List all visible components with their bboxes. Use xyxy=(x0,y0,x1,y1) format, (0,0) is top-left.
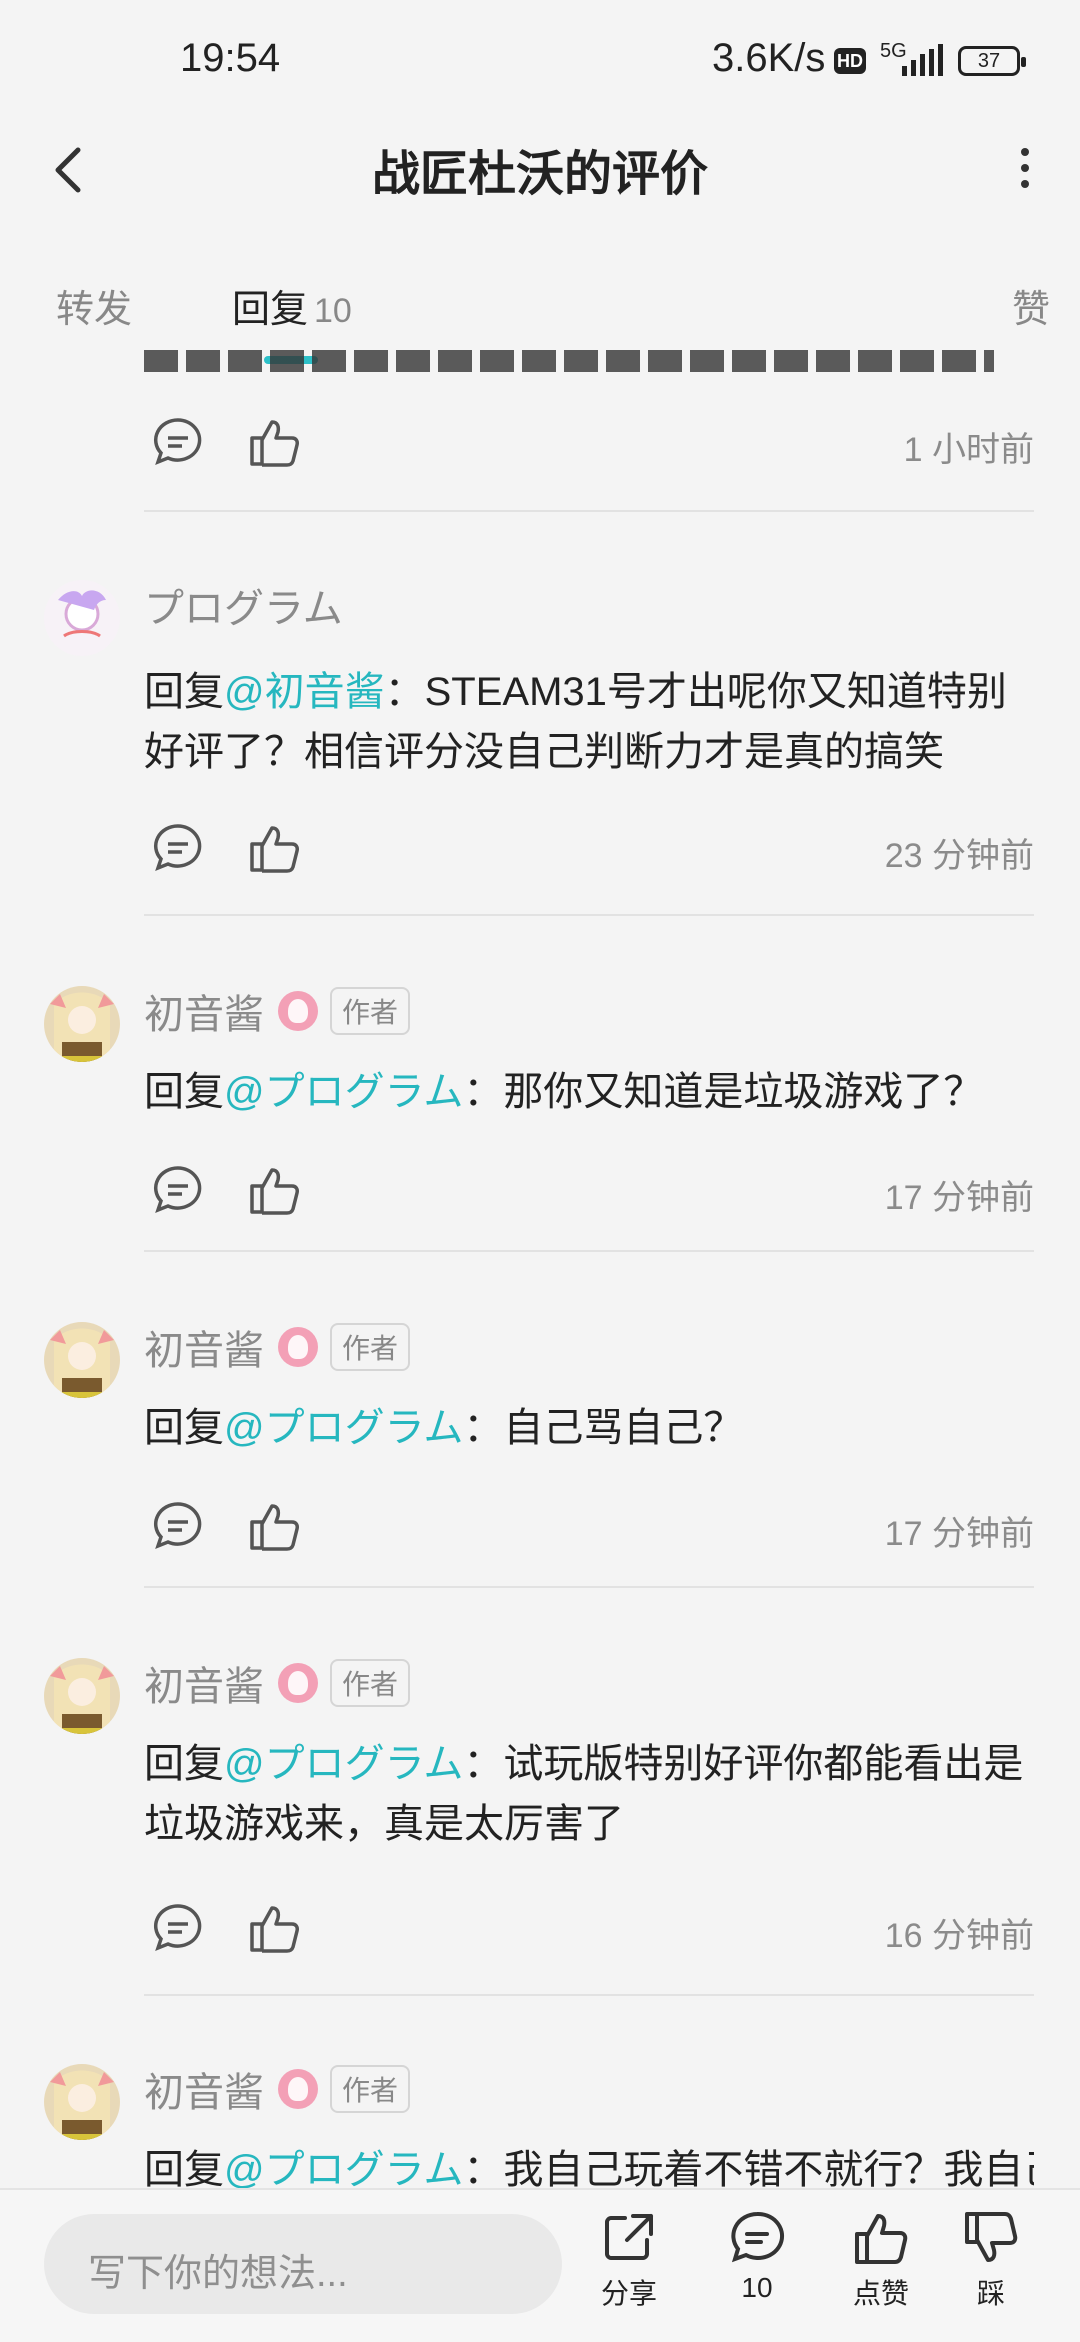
page-title: 战匠杜沃的评价 xyxy=(371,148,708,201)
comment-text: 回复@初音酱：STEAM31号才出呢你又知道特别好评了？相信评分没自己判断力才是… xyxy=(144,662,1034,782)
more-options-icon[interactable] xyxy=(1000,138,1050,198)
username[interactable]: 初音酱 xyxy=(144,1665,264,1709)
divider xyxy=(144,510,1034,512)
signal-bars-icon xyxy=(902,44,943,76)
tab-reply[interactable]: 回复 10 xyxy=(232,278,352,333)
comment-header: 初音酱 作者 xyxy=(144,1654,411,1709)
level-badge-icon xyxy=(278,1327,318,1367)
comment-actions: 23 分钟前 xyxy=(144,820,1034,880)
thumbs-up-icon[interactable] xyxy=(246,1162,302,1218)
thumbs-up-icon[interactable] xyxy=(246,1900,302,1956)
like-button[interactable]: 点赞 xyxy=(836,2208,926,2312)
level-badge-icon xyxy=(278,991,318,1031)
comment-header: 初音酱 作者 xyxy=(144,982,411,1037)
author-badge: 作者 xyxy=(330,1323,411,1371)
author-badge: 作者 xyxy=(330,2065,411,2113)
reply-prefix: 回复 xyxy=(144,2148,224,2192)
comment-actions: 16 分钟前 xyxy=(144,1900,1034,1960)
reply-prefix: 回复 xyxy=(144,1070,224,1114)
tab-reply-count: 10 xyxy=(314,292,352,330)
comment-body: ：那你又知道是垃圾游戏了？ xyxy=(463,1070,984,1114)
username[interactable]: プログラム xyxy=(144,587,343,631)
share-label: 分享 xyxy=(600,2278,657,2309)
divider xyxy=(144,1586,1034,1588)
share-button[interactable]: 分享 xyxy=(584,2208,674,2312)
thumbs-down-icon xyxy=(965,2212,1018,2262)
avatar[interactable] xyxy=(44,580,120,656)
comment-time: 17 分钟前 xyxy=(884,1179,1034,1217)
tab-bar: 转发 回复 10 赞 xyxy=(0,260,1080,364)
bottom-action-bar: 写下你的想法... 分享 10 点赞 踩 xyxy=(0,2188,1080,2342)
comment-header: プログラム xyxy=(144,576,343,631)
comment-input-placeholder: 写下你的想法... xyxy=(88,2253,348,2295)
reply-icon[interactable] xyxy=(150,1162,206,1218)
divider xyxy=(144,1250,1034,1252)
tab-like[interactable]: 赞 xyxy=(1012,278,1050,333)
dislike-label: 踩 xyxy=(976,2278,1005,2309)
truncated-comment-text xyxy=(144,350,994,372)
comment-time: 1 小时前 xyxy=(903,431,1034,469)
avatar[interactable] xyxy=(44,1658,120,1734)
author-badge: 作者 xyxy=(330,1659,411,1707)
battery-icon: 37 xyxy=(958,46,1026,76)
mention-link[interactable]: @プログラム xyxy=(224,1742,463,1786)
reply-icon[interactable] xyxy=(150,414,206,470)
reply-icon[interactable] xyxy=(150,820,206,876)
mention-link[interactable]: @初音酱 xyxy=(224,670,385,714)
clock: 19:54 xyxy=(180,36,281,80)
level-badge-icon xyxy=(278,1663,318,1703)
comment-text: 回复@プログラム：自己骂自己？ xyxy=(144,1398,1034,1458)
comment-header: 初音酱 作者 xyxy=(144,1318,411,1373)
comment-time: 23 分钟前 xyxy=(884,837,1034,875)
avatar[interactable] xyxy=(44,986,120,1062)
reply-prefix: 回复 xyxy=(144,1406,224,1450)
dislike-button[interactable]: 踩 xyxy=(946,2208,1036,2312)
reply-prefix: 回复 xyxy=(144,1742,224,1786)
comment-body: ：自己骂自己？ xyxy=(463,1406,744,1450)
comment-header: 初音酱 作者 xyxy=(144,2060,411,2115)
comment-actions: 17 分钟前 xyxy=(144,1498,1034,1558)
comment-time: 17 分钟前 xyxy=(884,1515,1034,1553)
like-label: 点赞 xyxy=(852,2278,909,2309)
comment-input[interactable]: 写下你的想法... xyxy=(44,2214,562,2314)
mention-link[interactable]: @プログラム xyxy=(224,2148,463,2192)
comment-count: 10 xyxy=(741,2272,773,2303)
network-speed: 3.6K/s xyxy=(712,36,826,80)
thumbs-up-icon xyxy=(855,2214,908,2264)
hd-icon: HD xyxy=(834,48,866,74)
avatar[interactable] xyxy=(44,2064,120,2140)
divider xyxy=(144,914,1034,916)
thumbs-up-icon[interactable] xyxy=(246,820,302,876)
thumbs-up-icon[interactable] xyxy=(246,414,302,470)
comment-actions: 17 分钟前 xyxy=(144,1162,1034,1222)
comments-button[interactable]: 10 xyxy=(712,2208,802,2304)
divider xyxy=(144,1994,1034,1996)
comment-actions: 1 小时前 xyxy=(144,414,1034,474)
comment-icon xyxy=(731,2211,784,2263)
mention-link[interactable]: @プログラム xyxy=(224,1070,463,1114)
reply-icon[interactable] xyxy=(150,1498,206,1554)
level-badge-icon xyxy=(278,2069,318,2109)
username[interactable]: 初音酱 xyxy=(144,2071,264,2115)
comment-text: 回复@プログラム：试玩版特别好评你都能看出是垃圾游戏来，真是太厉害了 xyxy=(144,1734,1034,1854)
reply-icon[interactable] xyxy=(150,1900,206,1956)
status-bar: 19:54 3.6K/s HD 5G 37 xyxy=(0,0,1080,120)
username[interactable]: 初音酱 xyxy=(144,993,264,1037)
comment-text: 回复@プログラム：那你又知道是垃圾游戏了？ xyxy=(144,1062,1034,1122)
username[interactable]: 初音酱 xyxy=(144,1329,264,1373)
reply-prefix: 回复 xyxy=(144,670,224,714)
comment-body: ：我自己玩着不错不就行？我自己 xyxy=(463,2148,1034,2192)
avatar[interactable] xyxy=(44,1322,120,1398)
thumbs-up-icon[interactable] xyxy=(246,1498,302,1554)
author-badge: 作者 xyxy=(330,987,411,1035)
share-icon xyxy=(605,2214,653,2260)
mention-link[interactable]: @プログラム xyxy=(224,1406,463,1450)
top-bar: 战匠杜沃的评价 xyxy=(0,120,1080,216)
tab-reply-label: 回复 xyxy=(232,289,309,331)
tab-forward[interactable]: 转发 xyxy=(56,278,132,333)
comment-time: 16 分钟前 xyxy=(884,1917,1034,1955)
